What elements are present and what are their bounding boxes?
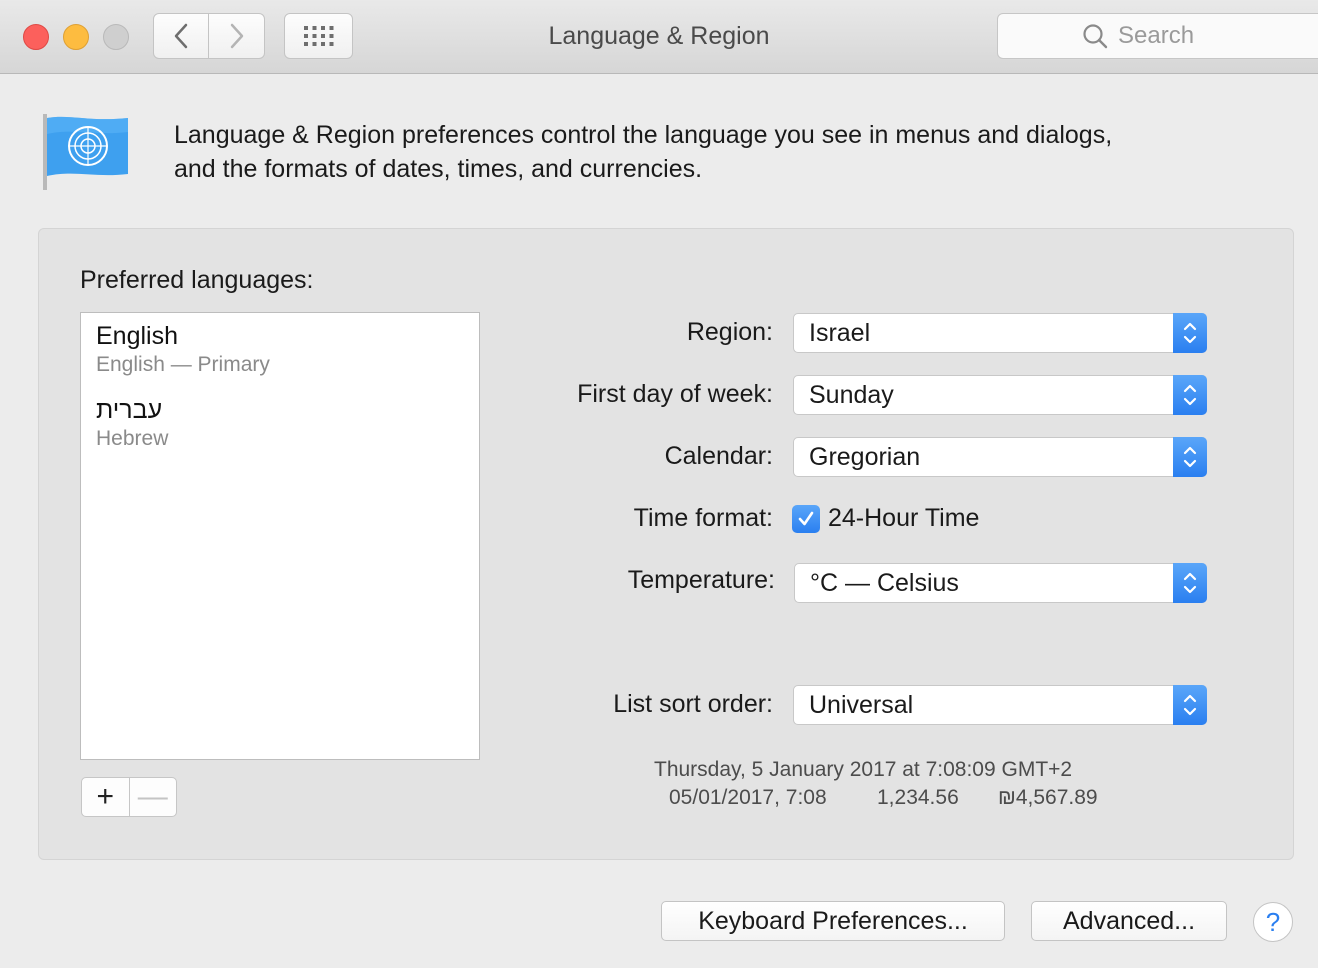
region-popup[interactable]: Israel [793, 313, 1207, 353]
24-hour-time-checkbox[interactable] [792, 505, 820, 533]
up-down-arrows-icon [1173, 685, 1207, 725]
add-remove-control: + — [81, 777, 177, 817]
sample-number: 1,234.56 [877, 786, 959, 809]
intro-line-1: Language & Region preferences control th… [174, 121, 1113, 149]
advanced-button[interactable]: Advanced... [1031, 901, 1227, 941]
first-day-value: Sunday [809, 380, 894, 409]
language-name: English [96, 322, 178, 350]
add-language-button[interactable]: + [82, 778, 130, 816]
sort-order-popup[interactable]: Universal [793, 685, 1207, 725]
up-down-arrows-icon [1173, 437, 1207, 477]
temperature-label: Temperature: [627, 566, 775, 594]
help-button[interactable]: ? [1253, 902, 1293, 942]
checkmark-icon [798, 511, 814, 526]
keyboard-preferences-button[interactable]: Keyboard Preferences... [661, 901, 1005, 941]
temperature-value: °C — Celsius [810, 568, 959, 597]
region-label: Region: [686, 318, 773, 346]
language-name: עברית [96, 396, 163, 424]
preferred-languages-list[interactable]: English English — Primary עברית Hebrew [80, 312, 480, 760]
time-format-label: Time format: [633, 504, 773, 532]
search-icon [1083, 24, 1108, 49]
remove-language-button[interactable]: — [130, 778, 177, 816]
intro-text: Language & Region preferences control th… [174, 118, 1264, 186]
list-item-hebrew[interactable]: עברית Hebrew [96, 395, 168, 453]
sample-currency: ₪4,567.89 [998, 786, 1098, 809]
sort-order-value: Universal [809, 690, 914, 719]
sample-date-short: 05/01/2017, 7:08 [669, 786, 827, 809]
preferred-languages-label: Preferred languages: [80, 266, 314, 294]
temperature-popup[interactable]: °C — Celsius [794, 563, 1207, 603]
search-placeholder: Search [1118, 22, 1195, 49]
first-day-popup[interactable]: Sunday [793, 375, 1207, 415]
sample-date-long: Thursday, 5 January 2017 at 7:08:09 GMT+… [654, 758, 1073, 781]
calendar-value: Gregorian [809, 442, 921, 471]
list-item-english[interactable]: English English — Primary [96, 321, 270, 379]
region-value: Israel [809, 318, 871, 347]
up-down-arrows-icon [1173, 563, 1207, 603]
intro-line-2: and the formats of dates, times, and cur… [174, 155, 703, 183]
language-subtitle: Hebrew [96, 427, 169, 450]
first-day-label: First day of week: [577, 380, 773, 408]
title-bar: Language & Region Search [0, 0, 1318, 74]
sort-order-label: List sort order: [613, 690, 773, 718]
search-field[interactable]: Search [997, 13, 1318, 59]
language-subtitle: English — Primary [96, 353, 270, 376]
calendar-label: Calendar: [664, 442, 773, 470]
un-flag-icon [40, 112, 132, 197]
up-down-arrows-icon [1173, 375, 1207, 415]
calendar-popup[interactable]: Gregorian [793, 437, 1207, 477]
up-down-arrows-icon [1173, 313, 1207, 353]
24-hour-time-label[interactable]: 24-Hour Time [828, 504, 979, 533]
